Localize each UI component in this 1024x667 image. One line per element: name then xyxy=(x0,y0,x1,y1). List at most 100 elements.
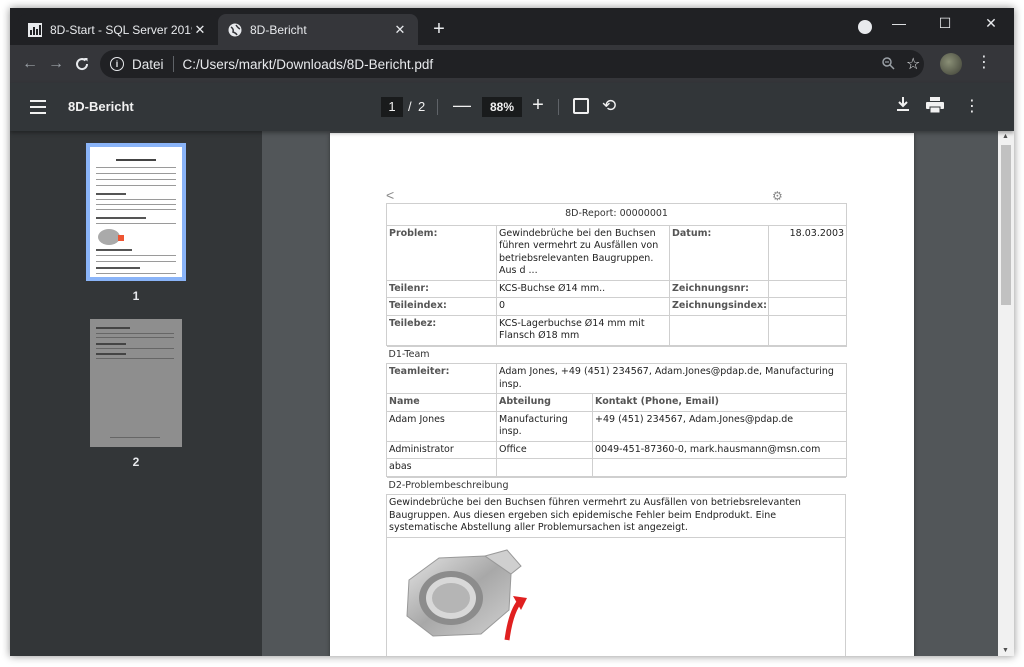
zeichnungsnr-label: Zeichnungsnr: xyxy=(669,279,769,298)
print-icon[interactable] xyxy=(926,97,944,114)
close-tab-icon[interactable]: ✕ xyxy=(192,22,208,38)
datum-value: 18.03.2003 xyxy=(767,224,848,281)
team-header-name: Name xyxy=(386,393,497,412)
report-header-table: 8D-Report: 00000001 Problem: Gewindebrüc… xyxy=(385,203,848,346)
teileindex-value: 0 xyxy=(496,297,670,316)
team-cell: +49 (451) 234567, Adam.Jones@pdap.de xyxy=(591,410,848,442)
zoom-icon[interactable] xyxy=(882,57,895,73)
teilenr-value: KCS-Buchse Ø14 mm.. xyxy=(496,279,670,298)
team-cell: Administrator xyxy=(386,440,497,459)
table-row: Adam Jones Manufacturing insp. +49 (451)… xyxy=(386,410,848,442)
scroll-up-icon[interactable]: ▲ xyxy=(1002,133,1009,140)
tab-8d-start[interactable]: 8D-Start - SQL Server 2019 Repo ✕ xyxy=(18,14,218,45)
report-content: 8D-Report: 00000001 Problem: Gewindebrüc… xyxy=(385,203,848,656)
pdf-toolbar: 8D-Bericht 1 / 2 — 88% + ⟲ ⋮ xyxy=(10,83,1014,131)
problem-value: Gewindebrüche bei den Buchsen führen ver… xyxy=(496,224,670,281)
browser-menu-icon[interactable]: ⋮ xyxy=(974,53,994,73)
page-total: 2 xyxy=(418,99,426,114)
zoom-level-input[interactable]: 88% xyxy=(482,97,522,117)
thumbnail-label: 2 xyxy=(132,455,140,469)
team-cell xyxy=(591,458,848,477)
reload-icon xyxy=(76,58,89,71)
address-bar[interactable]: i Datei C:/Users/markt/Downloads/8D-Beri… xyxy=(100,50,924,78)
image-cell xyxy=(386,536,846,656)
minimize-button[interactable]: — xyxy=(876,8,922,38)
menu-icon[interactable] xyxy=(30,100,46,114)
tab-8d-bericht[interactable]: 8D-Bericht ✕ xyxy=(218,14,418,45)
team-cell: abas xyxy=(386,458,497,477)
tab-title: 8D-Bericht xyxy=(250,22,307,37)
close-tab-icon[interactable]: ✕ xyxy=(392,22,408,38)
reload-button[interactable] xyxy=(70,52,94,76)
download-icon[interactable] xyxy=(896,96,910,117)
team-cell: Adam Jones xyxy=(386,410,497,442)
back-button[interactable]: ← xyxy=(18,52,42,76)
vertical-scrollbar[interactable]: ▲ ▼ xyxy=(998,131,1014,656)
profile-icon[interactable] xyxy=(858,20,872,34)
zeichnungsindex-value xyxy=(767,297,848,316)
teilebez-label: Teilebez: xyxy=(386,314,497,346)
info-icon[interactable]: i xyxy=(110,57,124,71)
team-header-kontakt: Kontakt (Phone, Email) xyxy=(591,393,848,412)
zoom-out-button[interactable]: — xyxy=(452,95,472,116)
page-number-input[interactable]: 1 xyxy=(381,97,403,117)
team-table: D1-Team Teamleiter: Adam Jones, +49 (451… xyxy=(386,345,848,477)
zeichnungsnr-value xyxy=(767,279,848,298)
teamleiter-label: Teamleiter: xyxy=(386,363,497,394)
url-text: C:/Users/markt/Downloads/8D-Bericht.pdf xyxy=(182,56,434,72)
close-window-button[interactable]: ✕ xyxy=(968,8,1014,38)
bookmark-star-icon[interactable]: ☆ xyxy=(906,54,920,74)
datum-label: Datum: xyxy=(669,224,769,281)
team-cell xyxy=(496,458,593,477)
maximize-button[interactable]: ☐ xyxy=(922,8,968,38)
globe-icon xyxy=(228,23,242,37)
empty-cell xyxy=(669,314,769,346)
divider xyxy=(437,99,438,115)
browser-window: 8D-Start - SQL Server 2019 Repo ✕ 8D-Ber… xyxy=(10,8,1014,656)
pdf-viewer: < ⚙ 8D-Report: 00000001 Problem: Gewinde… xyxy=(262,131,1014,656)
new-tab-button[interactable]: + xyxy=(428,19,450,41)
forward-button[interactable]: → xyxy=(44,52,68,76)
url-separator xyxy=(172,56,174,72)
problem-description-table: D2-Problembeschreibung Gewindebrüche bei… xyxy=(386,476,846,656)
url-scheme: Datei xyxy=(132,56,164,72)
bushing-image xyxy=(406,548,527,640)
d1-section-title: D1-Team xyxy=(386,345,847,364)
rotate-icon[interactable]: ⟲ xyxy=(602,96,616,116)
zoom-in-button[interactable]: + xyxy=(528,94,548,117)
back-arrow-icon: < xyxy=(386,187,395,203)
teileindex-label: Teileindex: xyxy=(386,297,497,316)
scroll-thumb[interactable] xyxy=(1001,145,1011,305)
document-title: 8D-Bericht xyxy=(68,99,134,114)
team-header-abteilung: Abteilung xyxy=(496,393,593,412)
thumbnail-image xyxy=(86,143,186,281)
more-options-icon[interactable]: ⋮ xyxy=(964,96,980,116)
avatar[interactable] xyxy=(940,53,962,75)
team-cell: Manufacturing insp. xyxy=(496,410,593,442)
pdf-page: < ⚙ 8D-Report: 00000001 Problem: Gewinde… xyxy=(330,133,914,656)
d2-section-title: D2-Problembeschreibung xyxy=(386,476,846,495)
empty-cell xyxy=(767,314,848,346)
thumbnail-page-2[interactable]: 2 xyxy=(88,319,184,469)
fit-page-icon[interactable] xyxy=(573,98,589,114)
scroll-down-icon[interactable]: ▼ xyxy=(1002,647,1009,654)
divider xyxy=(558,99,559,115)
teamleiter-value: Adam Jones, +49 (451) 234567, Adam.Jones… xyxy=(495,363,848,394)
browser-toolbar: ← → i Datei C:/Users/markt/Downloads/8D-… xyxy=(10,45,1014,83)
thumbnail-label: 1 xyxy=(132,289,140,303)
thumbnail-image xyxy=(90,319,182,447)
thumbnail-sidebar: 1 2 xyxy=(10,131,262,656)
tab-title: 8D-Start - SQL Server 2019 Repo xyxy=(50,22,192,37)
gear-icon: ⚙ xyxy=(772,189,783,203)
team-cell: Office xyxy=(496,440,593,459)
title-bar: 8D-Start - SQL Server 2019 Repo ✕ 8D-Ber… xyxy=(10,8,1014,45)
problem-label: Problem: xyxy=(386,224,497,281)
table-row: Administrator Office 0049-451-87360-0, m… xyxy=(386,440,848,459)
zeichnungsindex-label: Zeichnungsindex: xyxy=(669,297,769,316)
d2-description: Gewindebrüche bei den Buchsen führen ver… xyxy=(386,494,846,538)
table-row: abas xyxy=(386,458,848,477)
page-separator: / xyxy=(408,99,412,114)
team-cell: 0049-451-87360-0, mark.hausmann@msn.com xyxy=(591,440,848,459)
report-server-icon xyxy=(28,22,42,37)
thumbnail-page-1[interactable]: 1 xyxy=(86,143,186,303)
